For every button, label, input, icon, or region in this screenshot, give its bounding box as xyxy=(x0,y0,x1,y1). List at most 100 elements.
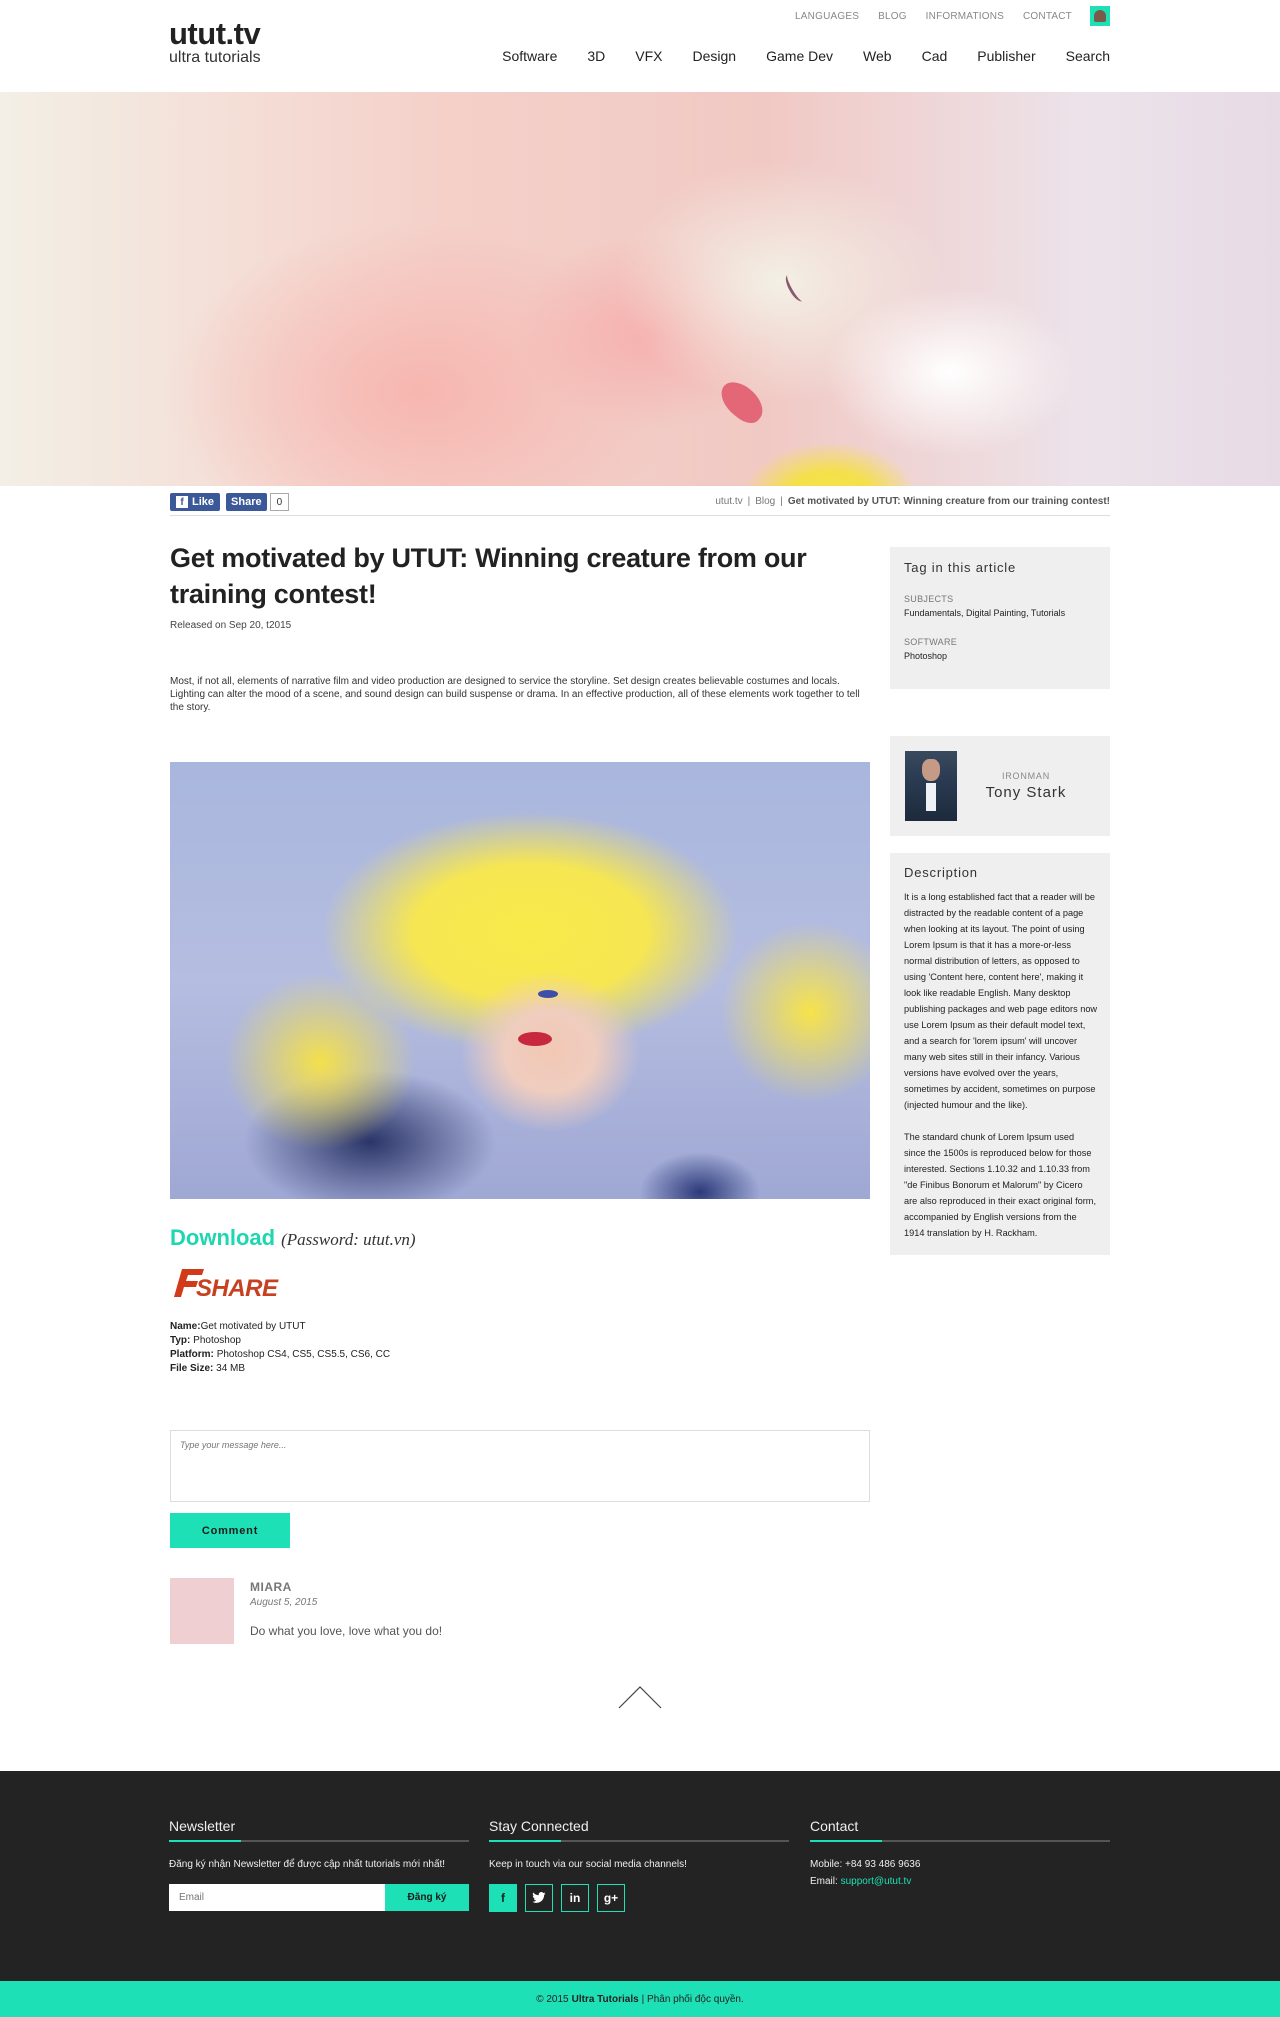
breadcrumb-blog[interactable]: Blog xyxy=(755,496,775,507)
fshare-logo-graphic: SHARE xyxy=(174,1269,280,1301)
main-nav: Software 3D VFX Design Game Dev Web Cad … xyxy=(472,48,1110,64)
nav-3d[interactable]: 3D xyxy=(587,48,605,64)
toplink-informations[interactable]: INFORMATIONS xyxy=(926,11,1004,22)
meta-platform: Platform: Photoshop CS4, CS5, CS5.5, CS6… xyxy=(170,1349,391,1360)
facebook-share-button[interactable]: Share xyxy=(226,493,267,511)
newsletter-text: Đăng ký nhận Newsletter để được cập nhất… xyxy=(169,1859,446,1870)
user-avatar[interactable] xyxy=(1090,6,1110,26)
download-link[interactable]: Download xyxy=(170,1225,275,1251)
newsletter-email-input[interactable] xyxy=(169,1884,385,1911)
description-title: Description xyxy=(904,865,978,880)
logo-title: utut.tv xyxy=(169,16,261,51)
commenter-avatar xyxy=(170,1578,234,1644)
main-content: Get motivated by UTUT: Winning creature … xyxy=(170,516,1110,1771)
author-name[interactable]: Tony Stark xyxy=(957,784,1095,801)
newsletter-form: Đăng ký xyxy=(169,1884,469,1911)
support-email-link[interactable]: support@utut.tv xyxy=(841,1876,912,1887)
comment-date: August 5, 2015 xyxy=(250,1597,318,1608)
back-to-top xyxy=(170,1684,1110,1710)
hero-art-eye xyxy=(782,272,808,304)
author-box: IRONMAN Tony Stark xyxy=(890,736,1110,836)
nav-game-dev[interactable]: Game Dev xyxy=(766,48,833,64)
author-info: IRONMAN Tony Stark xyxy=(957,771,1095,801)
twitter-icon[interactable] xyxy=(525,1884,553,1912)
article-title: Get motivated by UTUT: Winning creature … xyxy=(170,543,807,609)
tags-title: Tag in this article xyxy=(904,560,1017,575)
site-footer: Newsletter Đăng ký nhận Newsletter để đư… xyxy=(0,1771,1280,1981)
author-avatar[interactable] xyxy=(905,751,957,821)
breadcrumb: utut.tv | Blog | Get motivated by UTUT: Winn… xyxy=(715,496,1110,507)
fshare-logo[interactable]: SHARE xyxy=(170,1265,870,1301)
newsletter-title: Newsletter xyxy=(169,1818,469,1842)
site-logo[interactable]: utut.tv ultra tutorials xyxy=(169,18,261,66)
software-value[interactable]: Photoshop xyxy=(904,651,1096,661)
contact-mobile: Mobile: +84 93 486 9636 xyxy=(810,1859,921,1870)
description-box: Description It is a long established fac… xyxy=(890,853,1110,1255)
nav-web[interactable]: Web xyxy=(863,48,892,64)
nav-vfx[interactable]: VFX xyxy=(635,48,662,64)
toplink-languages[interactable]: LANGUAGES xyxy=(795,11,859,22)
subscribe-button[interactable]: Đăng ký xyxy=(385,1884,469,1911)
article-artwork xyxy=(170,762,870,1199)
tags-box: Tag in this article SUBJECTS Fundamental… xyxy=(890,547,1110,689)
copyright-bar: © 2015 Ultra Tutorials | Phân phối độc q… xyxy=(0,1981,1280,2017)
article: Get motivated by UTUT: Winning creature … xyxy=(170,516,870,1644)
hero-image xyxy=(0,92,1280,486)
software-label: SOFTWARE xyxy=(904,637,958,647)
nav-search[interactable]: Search xyxy=(1066,48,1110,64)
facebook-icon[interactable]: f xyxy=(489,1884,517,1912)
nav-publisher[interactable]: Publisher xyxy=(977,48,1035,64)
nav-software[interactable]: Software xyxy=(502,48,557,64)
meta-size: File Size: 34 MB xyxy=(170,1363,246,1374)
social-title: Stay Connected xyxy=(489,1818,789,1842)
breadcrumb-current: Get motivated by UTUT: Winning creature … xyxy=(787,496,1110,507)
like-label: Like xyxy=(192,496,215,508)
facebook-like-button[interactable]: f Like xyxy=(170,493,221,511)
social-text: Keep in touch via our social media chann… xyxy=(489,1859,687,1870)
top-links: LANGUAGES BLOG INFORMATIONS CONTACT xyxy=(776,6,1110,26)
hero-art-lips xyxy=(713,375,771,429)
copyright-brand: Ultra Tutorials xyxy=(571,1993,639,2005)
comment-input[interactable] xyxy=(180,1440,860,1492)
logo-subtitle: ultra tutorials xyxy=(169,49,261,66)
file-meta: Name:Get motivated by UTUT Typ: Photosho… xyxy=(170,1320,870,1376)
contact-title: Contact xyxy=(810,1818,1110,1842)
chevron-up-icon[interactable] xyxy=(617,1684,663,1710)
footer-social: Stay Connected Keep in touch via our soc… xyxy=(489,1818,789,1912)
commenter-name: MIARA xyxy=(250,1580,292,1594)
meta-type: Typ: Photoshop xyxy=(170,1335,241,1346)
comment-text: Do what you love, love what you do! xyxy=(250,1624,443,1638)
artwork-lips xyxy=(518,1032,552,1046)
comment-body: MIARA August 5, 2015 Do what you love, l… xyxy=(250,1578,442,1644)
meta-name: Name:Get motivated by UTUT xyxy=(170,1321,306,1332)
sidebar: Tag in this article SUBJECTS Fundamental… xyxy=(890,516,1110,1255)
comment-box xyxy=(170,1430,870,1502)
linkedin-icon[interactable]: in xyxy=(561,1884,589,1912)
article-intro: Most, if not all, elements of narrative … xyxy=(170,676,860,713)
contact-email: Email: support@utut.tv xyxy=(810,1876,912,1887)
nav-design[interactable]: Design xyxy=(693,48,737,64)
release-date: Released on Sep 20, t2015 xyxy=(170,620,292,631)
toplink-blog[interactable]: BLOG xyxy=(878,11,907,22)
comment-item: MIARA August 5, 2015 Do what you love, l… xyxy=(170,1578,870,1644)
share-count: 0 xyxy=(269,493,290,511)
social-share-buttons: f Like Share 0 xyxy=(170,493,290,511)
share-bar: f Like Share 0 utut.tv | Blog | Get motivate… xyxy=(170,486,1110,516)
footer-newsletter: Newsletter Đăng ký nhận Newsletter để đư… xyxy=(169,1818,469,1911)
breadcrumb-home[interactable]: utut.tv xyxy=(715,496,742,507)
footer-contact: Contact Mobile: +84 93 486 9636 Email: s… xyxy=(810,1818,1110,1887)
subjects-value[interactable]: Fundamentals, Digital Painting, Tutorial… xyxy=(904,608,1096,618)
author-role: IRONMAN xyxy=(1001,771,1051,781)
facebook-icon: f xyxy=(176,496,188,508)
site-header: utut.tv ultra tutorials LANGUAGES BLOG I… xyxy=(0,0,1280,92)
google-plus-icon[interactable]: g+ xyxy=(597,1884,625,1912)
comment-button[interactable]: Comment xyxy=(170,1513,290,1548)
social-links: f in g+ xyxy=(489,1884,789,1912)
description-paragraph-1: It is a long established fact that a rea… xyxy=(904,892,1098,1110)
svg-text:SHARE: SHARE xyxy=(196,1275,279,1301)
description-paragraph-2: The standard chunk of Lorem Ipsum used s… xyxy=(904,1132,1097,1238)
artwork-eye xyxy=(538,990,558,998)
toplink-contact[interactable]: CONTACT xyxy=(1023,11,1072,22)
subjects-label: SUBJECTS xyxy=(904,594,954,604)
nav-cad[interactable]: Cad xyxy=(922,48,948,64)
